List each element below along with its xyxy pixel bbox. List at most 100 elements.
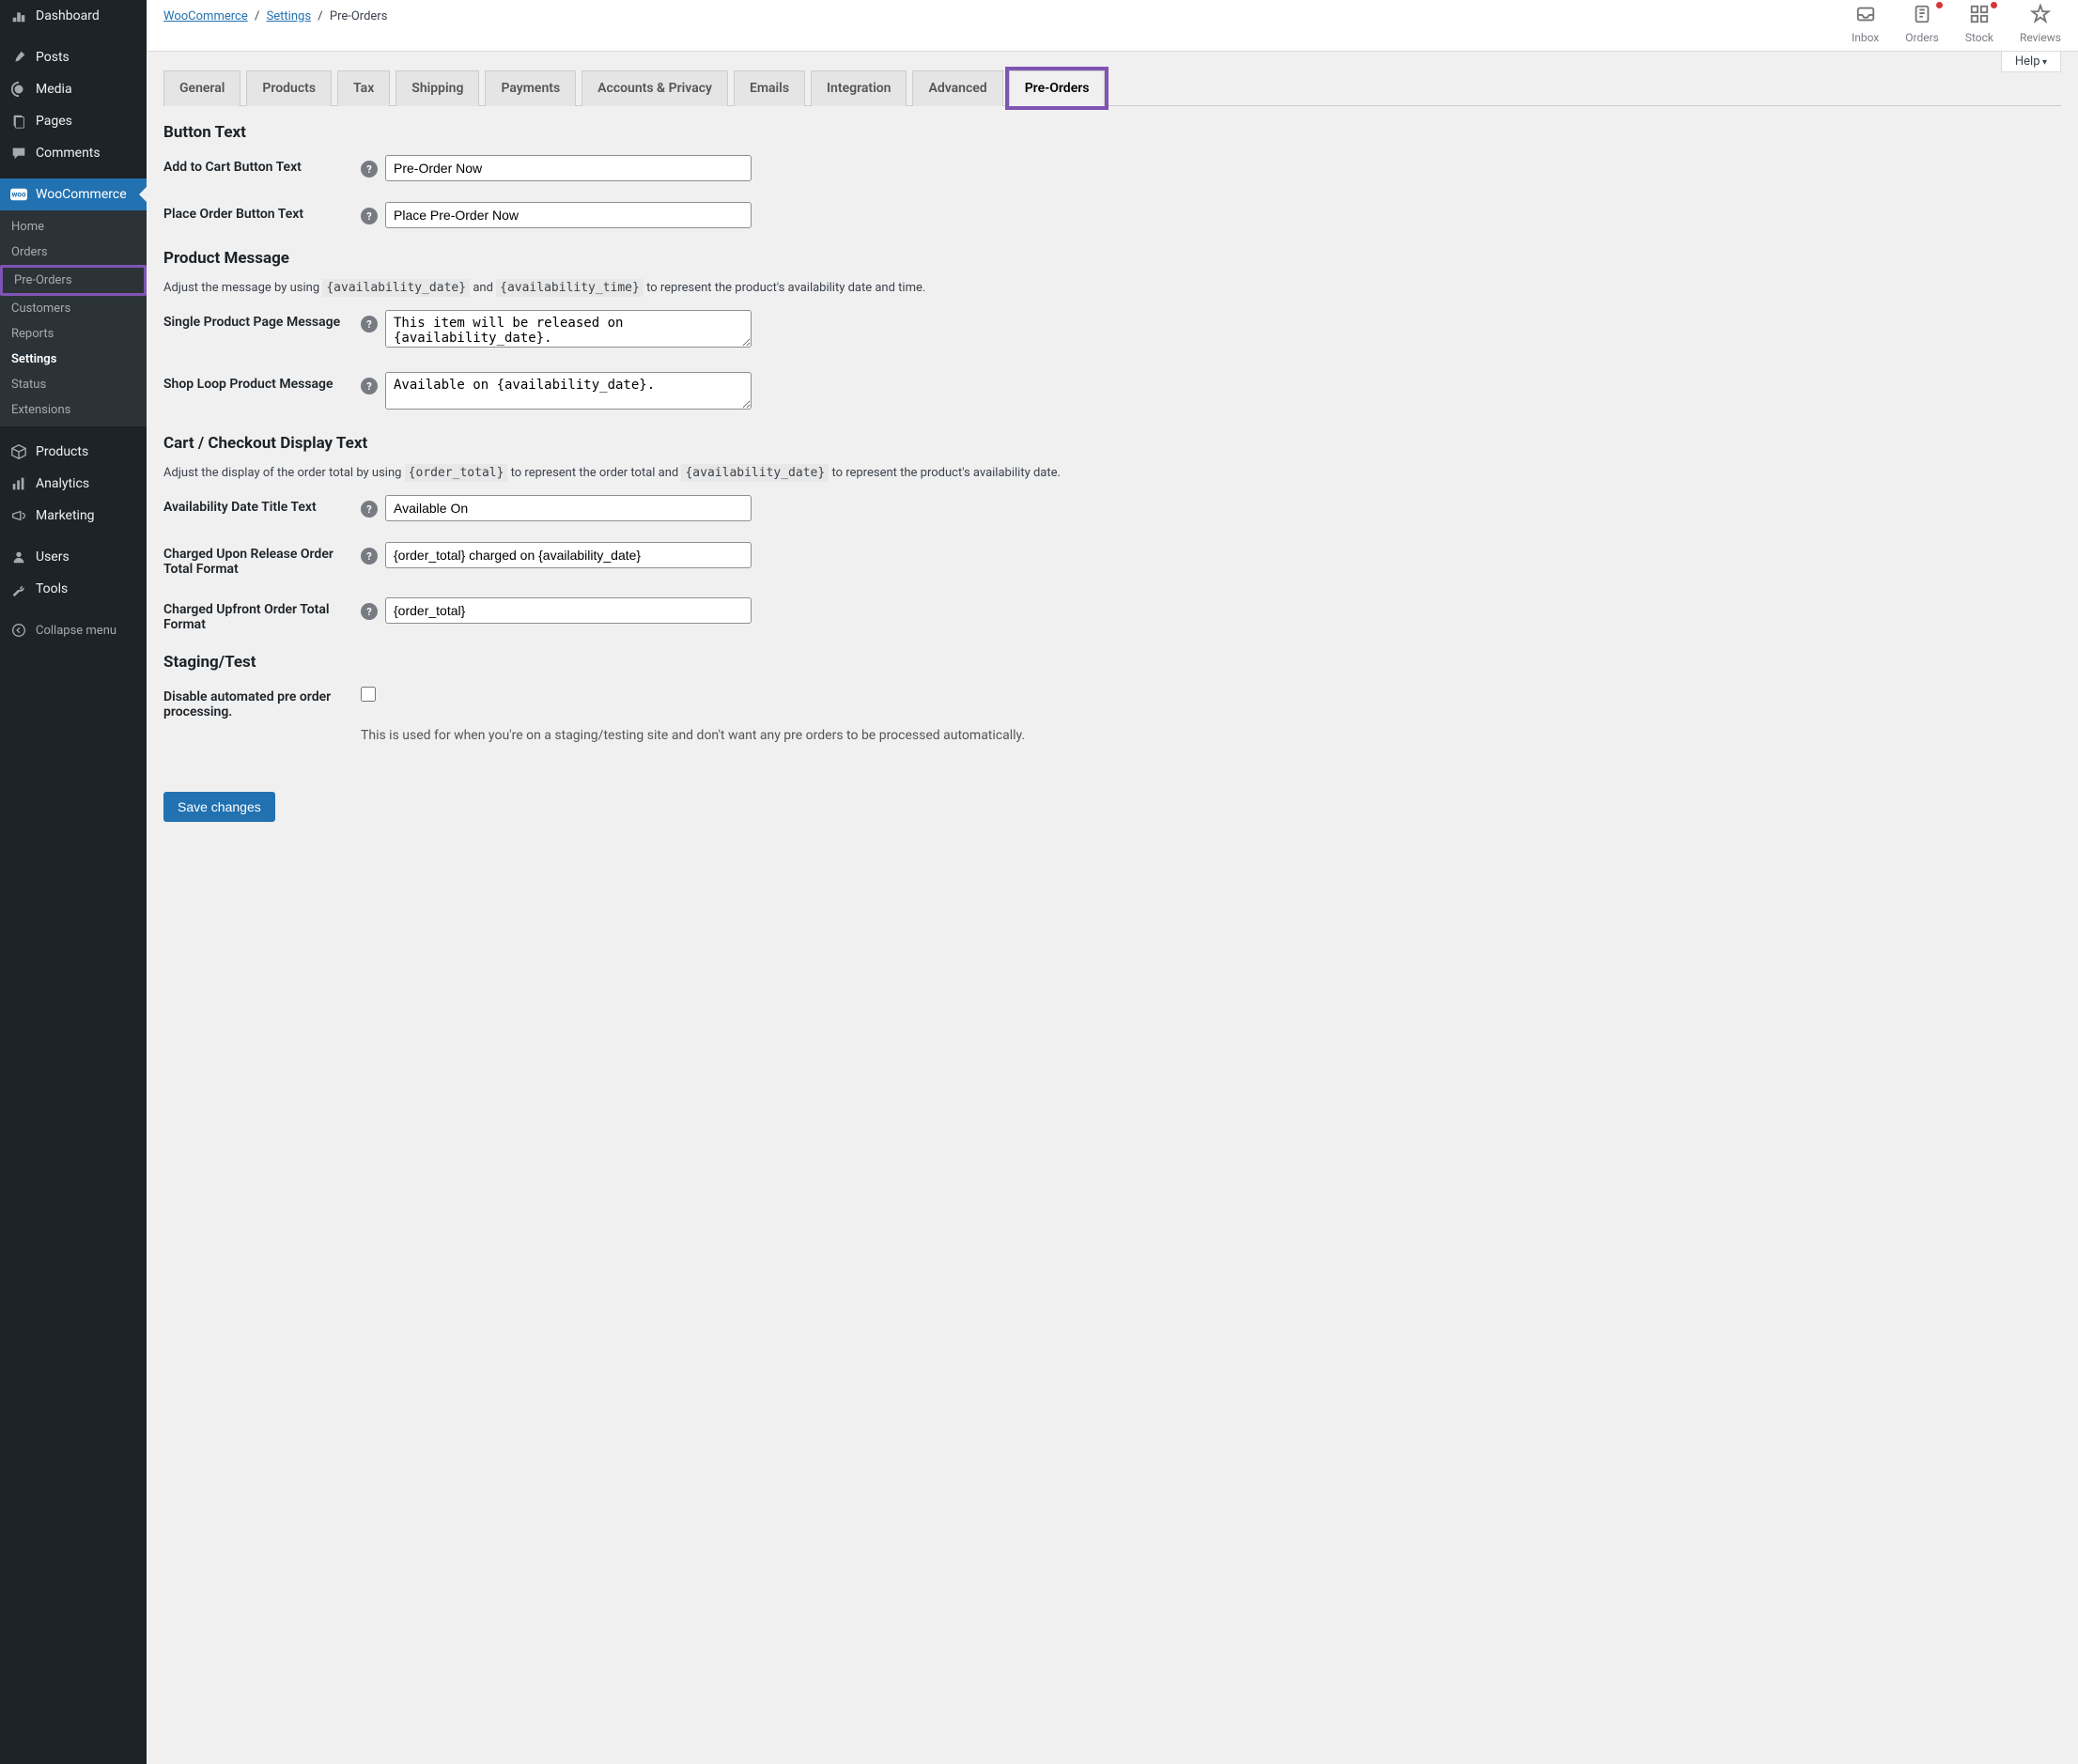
section-heading-cart-checkout: Cart / Checkout Display Text [163,434,2061,453]
sidebar-item-label: Users [36,549,70,565]
input-place-order[interactable] [385,202,752,228]
input-availability-date-title[interactable] [385,495,752,521]
token-availability-date: {availability_date} [322,279,470,297]
submenu-status[interactable]: Status [0,372,147,397]
label-charged-release-format: Charged Upon Release Order Total Format [163,542,361,577]
submenu-settings[interactable]: Settings [0,347,147,372]
label-charged-upfront-format: Charged Upfront Order Total Format [163,597,361,632]
submenu-preorders[interactable]: Pre-Orders [0,265,147,296]
sidebar-item-label: Analytics [36,476,89,491]
tab-tax[interactable]: Tax [337,70,390,106]
topicon-label: Orders [1905,31,1939,44]
help-icon[interactable]: ? [361,378,378,395]
sidebar-item-analytics[interactable]: Analytics [0,468,147,500]
user-icon [9,549,28,565]
token-order-total: {order_total} [405,464,508,482]
tab-emails[interactable]: Emails [734,70,805,106]
megaphone-icon [9,507,28,524]
notification-dot [1991,2,1997,8]
topicon-label: Inbox [1852,31,1879,44]
comment-icon [9,145,28,162]
help-icon[interactable]: ? [361,208,378,224]
input-add-to-cart[interactable] [385,155,752,181]
label-single-product-msg: Single Product Page Message [163,310,361,330]
section-heading-button-text: Button Text [163,123,2061,142]
topicon-label: Stock [1965,31,1993,44]
sidebar-item-media[interactable]: Media [0,73,147,105]
woocommerce-submenu: Home Orders Pre-Orders Customers Reports… [0,210,147,426]
cart-checkout-desc: Adjust the display of the order total by… [163,466,2061,480]
submenu-orders[interactable]: Orders [0,240,147,265]
submenu-reports[interactable]: Reports [0,321,147,347]
breadcrumb-woocommerce[interactable]: WooCommerce [163,9,248,23]
tab-shipping[interactable]: Shipping [395,70,479,106]
breadcrumb-settings[interactable]: Settings [267,9,311,23]
textarea-shop-loop-msg[interactable]: Available on {availability_date}. [385,372,752,410]
chart-icon [9,475,28,492]
label-place-order: Place Order Button Text [163,202,361,222]
help-icon[interactable]: ? [361,501,378,518]
breadcrumb-current: Pre-Orders [330,9,388,23]
label-shop-loop-msg: Shop Loop Product Message [163,372,361,392]
sidebar-item-label: Products [36,444,88,459]
sidebar-item-label: Dashboard [36,8,100,23]
token-availability-date: {availability_date} [681,464,829,482]
tab-preorders[interactable]: Pre-Orders [1009,70,1106,106]
save-button[interactable]: Save changes [163,792,275,822]
notification-dot [1936,2,1943,8]
sidebar-item-label: Comments [36,146,101,161]
sidebar-item-posts[interactable]: Posts [0,41,147,73]
topbar: WooCommerce / Settings / Pre-Orders Inbo… [147,0,2078,52]
sidebar-item-woocommerce[interactable]: woo WooCommerce [0,178,147,210]
topicon-reviews[interactable]: Reviews [2020,4,2061,44]
help-icon[interactable]: ? [361,316,378,333]
sidebar-item-users[interactable]: Users [0,541,147,573]
input-charged-release-format[interactable] [385,542,752,568]
sidebar-item-products[interactable]: Products [0,436,147,468]
input-charged-upfront-format[interactable] [385,597,752,624]
sidebar-item-tools[interactable]: Tools [0,573,147,605]
topicon-inbox[interactable]: Inbox [1852,4,1879,44]
tab-payments[interactable]: Payments [485,70,576,106]
tab-products[interactable]: Products [246,70,332,106]
section-heading-product-message: Product Message [163,249,2061,268]
box-icon [9,443,28,460]
label-availability-date-title: Availability Date Title Text [163,495,361,515]
activity-panel: Inbox Orders Stock Reviews [1852,0,2061,44]
sidebar-item-label: Media [36,82,72,97]
label-disable-processing: Disable automated pre order processing. [163,685,361,720]
textarea-single-product-msg[interactable]: This item will be released on {availabil… [385,310,752,348]
sidebar-item-label: Collapse menu [36,624,116,638]
tab-advanced[interactable]: Advanced [912,70,1002,106]
media-icon [9,81,28,98]
dashboard-icon [9,8,28,24]
submenu-extensions[interactable]: Extensions [0,397,147,423]
sidebar-item-label: Pages [36,114,72,129]
sidebar-item-comments[interactable]: Comments [0,137,147,169]
help-icon[interactable]: ? [361,161,378,178]
product-message-desc: Adjust the message by using {availabilit… [163,281,2061,295]
sidebar-collapse[interactable]: Collapse menu [0,614,147,646]
sidebar-item-dashboard[interactable]: Dashboard [0,0,147,32]
checkbox-disable-processing[interactable] [361,687,376,702]
sidebar-item-label: Marketing [36,508,95,523]
tab-accounts-privacy[interactable]: Accounts & Privacy [582,70,728,106]
topicon-orders[interactable]: Orders [1905,4,1939,44]
sidebar-item-pages[interactable]: Pages [0,105,147,137]
checkbox-desc: This is used for when you're on a stagin… [361,728,1025,743]
tab-integration[interactable]: Integration [811,70,907,106]
topicon-stock[interactable]: Stock [1965,4,1993,44]
settings-tabs: General Products Tax Shipping Payments A… [163,70,2061,106]
sidebar-item-label: WooCommerce [36,187,127,202]
label-add-to-cart: Add to Cart Button Text [163,155,361,175]
help-icon[interactable]: ? [361,603,378,620]
submenu-customers[interactable]: Customers [0,296,147,321]
pin-icon [9,49,28,66]
help-icon[interactable]: ? [361,548,378,565]
submenu-home[interactable]: Home [0,214,147,240]
sidebar-item-marketing[interactable]: Marketing [0,500,147,532]
stock-icon [1965,4,1993,29]
svg-text:woo: woo [11,190,25,199]
tab-general[interactable]: General [163,70,240,106]
help-tab[interactable]: Help [2001,52,2061,72]
